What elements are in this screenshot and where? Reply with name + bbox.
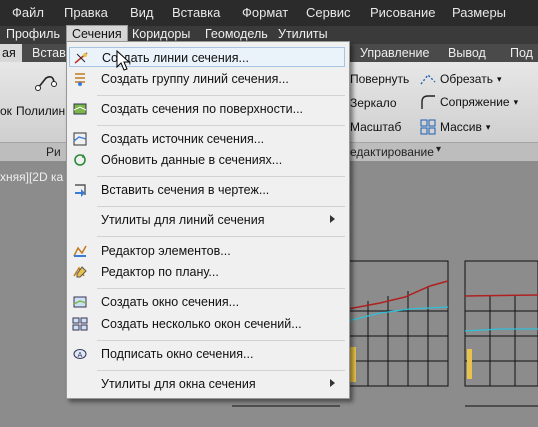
modify-group-label[interactable]: едактирование bbox=[350, 145, 434, 159]
menu-item-insert-sections[interactable]: Вставить сечения в чертеж... bbox=[69, 180, 345, 200]
menu-item-label: Создать группу линий сечения... bbox=[101, 72, 289, 86]
multiple-section-views-icon bbox=[72, 317, 88, 331]
menu-separator bbox=[97, 95, 345, 96]
menu-file[interactable]: Файл bbox=[12, 5, 44, 20]
menu-item-create-sample-lines[interactable]: Создать линии сечения... bbox=[69, 47, 345, 67]
insert-sections-icon bbox=[75, 184, 86, 197]
trim-icon bbox=[420, 73, 436, 85]
fillet-icon bbox=[421, 95, 435, 109]
mirror-button[interactable]: Зеркало bbox=[350, 96, 397, 110]
menu-tools[interactable]: Сервис bbox=[306, 5, 351, 20]
array-label: Массив bbox=[440, 120, 482, 134]
element-editor-icon bbox=[73, 245, 87, 257]
fillet-label: Сопряжение bbox=[440, 95, 510, 109]
modify-group-expand-icon[interactable]: ▾ bbox=[436, 144, 441, 155]
create-section-view-icon bbox=[73, 296, 87, 308]
menu-insert[interactable]: Вставка bbox=[172, 5, 220, 20]
menu-edit[interactable]: Правка bbox=[64, 5, 108, 20]
fillet-dropdown-icon[interactable]: ▾ bbox=[514, 97, 519, 108]
tab-insert[interactable]: Встав bbox=[32, 46, 66, 60]
menu-item-label: Создать несколько окон сечений... bbox=[101, 317, 302, 331]
menu-item-label: Редактор элементов... bbox=[101, 244, 231, 258]
main-menubar: Файл Правка Вид Вставка Формат Сервис Ри… bbox=[0, 0, 538, 26]
menu-item-create-section-view[interactable]: Создать окно сечения... bbox=[69, 292, 345, 312]
mouse-cursor-icon bbox=[116, 50, 131, 71]
sample-line-group-icon bbox=[75, 73, 85, 86]
rotate-button[interactable]: Повернуть bbox=[350, 72, 409, 86]
menu-item-section-source[interactable]: Создать источник сечения... bbox=[69, 129, 345, 149]
menu-draw[interactable]: Рисование bbox=[370, 5, 435, 20]
submenu-arrow-icon bbox=[330, 215, 335, 223]
menu-profile[interactable]: Профиль bbox=[6, 27, 60, 41]
tab-home[interactable]: ая bbox=[0, 44, 22, 62]
svg-text:A: A bbox=[78, 352, 83, 359]
scale-button[interactable]: Масштаб bbox=[350, 120, 401, 134]
array-button[interactable]: Массив ▾ bbox=[420, 119, 490, 135]
array-dropdown-icon[interactable]: ▾ bbox=[486, 122, 491, 133]
create-sample-lines-icon bbox=[74, 52, 88, 64]
menu-separator bbox=[97, 125, 345, 126]
menu-view[interactable]: Вид bbox=[130, 5, 154, 20]
tab-output[interactable]: Вывод bbox=[448, 46, 486, 60]
submenu-arrow-icon bbox=[330, 379, 335, 387]
menu-corridors[interactable]: Коридоры bbox=[132, 27, 190, 41]
menu-item-label: Создать окно сечения... bbox=[101, 295, 240, 309]
scale-label: Масштаб bbox=[350, 120, 402, 134]
menu-dimensions[interactable]: Размеры bbox=[452, 5, 506, 20]
tab-more[interactable]: Под bbox=[510, 46, 533, 60]
menu-item-sample-line-utilities[interactable]: Утилиты для линий сечения bbox=[69, 210, 345, 230]
menu-item-label: Редактор по плану... bbox=[101, 265, 219, 279]
menu-separator bbox=[97, 236, 345, 237]
menu-item-label: Утилиты для линий сечения bbox=[101, 213, 265, 227]
menu-item-plan-editor[interactable]: Редактор по плану... bbox=[69, 262, 345, 282]
menu-item-label: Подписать окно сечения... bbox=[101, 347, 254, 361]
menu-separator bbox=[97, 176, 345, 177]
mirror-label: Зеркало bbox=[350, 96, 397, 110]
menu-item-label: Вставить сечения в чертеж... bbox=[101, 183, 270, 197]
menu-separator bbox=[97, 340, 345, 341]
tab-manage[interactable]: Управление bbox=[360, 46, 430, 60]
polyline-icon bbox=[34, 70, 60, 96]
polyline-tool-label[interactable]: Полилин bbox=[16, 104, 65, 118]
sections-dropdown-menu: Создать линии сечения... Создать группу … bbox=[66, 41, 350, 399]
menu-item-element-editor[interactable]: Редактор элементов... bbox=[69, 241, 345, 261]
menu-item-surface-sections[interactable]: Создать сечения по поверхности... bbox=[69, 99, 345, 119]
trim-label: Обрезать bbox=[440, 72, 493, 86]
menu-item-sample-line-group[interactable]: Создать группу линий сечения... bbox=[69, 69, 345, 89]
surface-sections-icon bbox=[73, 103, 87, 115]
trim-dropdown-icon[interactable]: ▾ bbox=[497, 74, 502, 85]
label-section-view-icon: A bbox=[73, 349, 87, 359]
menu-format[interactable]: Формат bbox=[242, 5, 288, 20]
menu-item-section-view-utilities[interactable]: Утилиты для окна сечения bbox=[69, 374, 345, 394]
draw-group-label[interactable]: Ри bbox=[46, 145, 61, 159]
menu-separator bbox=[97, 288, 345, 289]
menu-item-label: Создать источник сечения... bbox=[101, 132, 265, 146]
menu-utilities[interactable]: Утилиты bbox=[278, 27, 328, 41]
fillet-button[interactable]: Сопряжение ▾ bbox=[420, 94, 518, 110]
menu-item-label: Обновить данные в сечениях... bbox=[101, 153, 283, 167]
menu-geomodel[interactable]: Геомодель bbox=[205, 27, 268, 41]
menu-item-update-sections[interactable]: Обновить данные в сечениях... bbox=[69, 150, 345, 170]
plan-editor-icon bbox=[73, 266, 87, 278]
menu-separator bbox=[97, 370, 345, 371]
line-tool-label[interactable]: ок bbox=[0, 104, 12, 118]
section-source-icon bbox=[73, 132, 87, 146]
menu-item-label-section-view[interactable]: A Подписать окно сечения... bbox=[69, 344, 345, 364]
array-icon bbox=[420, 119, 436, 135]
trim-button[interactable]: Обрезать ▾ bbox=[420, 72, 501, 86]
viewport-label[interactable]: хняя][2D ка bbox=[0, 170, 63, 184]
menu-item-label: Утилиты для окна сечения bbox=[101, 377, 256, 391]
update-sections-icon bbox=[74, 154, 86, 166]
menu-item-label: Создать сечения по поверхности... bbox=[101, 102, 304, 116]
menu-separator bbox=[97, 206, 345, 207]
rotate-label: Повернуть bbox=[350, 72, 410, 86]
menu-item-multiple-section-views[interactable]: Создать несколько окон сечений... bbox=[69, 314, 345, 334]
